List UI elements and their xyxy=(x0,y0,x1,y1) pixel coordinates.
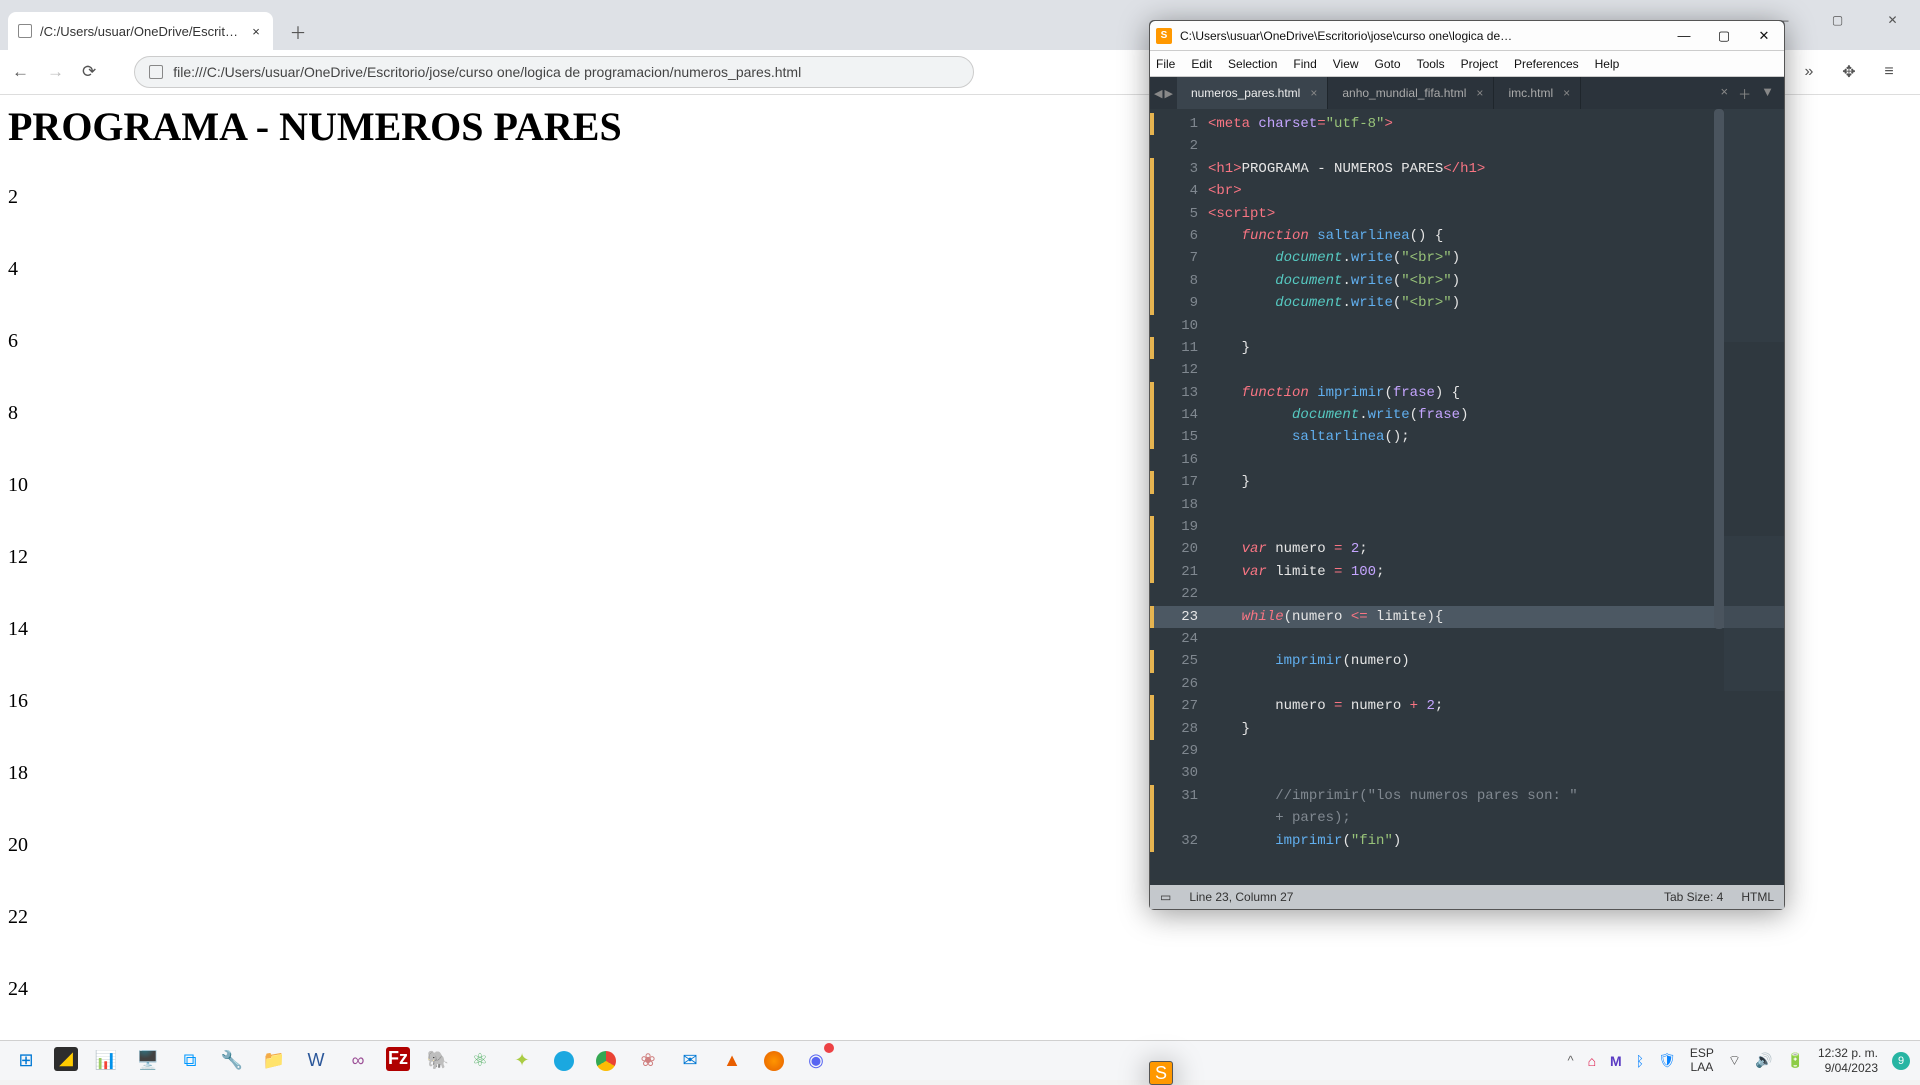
nav-back-icon[interactable]: ◀ xyxy=(1154,87,1162,100)
notifications-badge[interactable]: 9 xyxy=(1892,1052,1910,1070)
clock[interactable]: 12:32 p. m. 9/04/2023 xyxy=(1818,1046,1878,1075)
file-icon xyxy=(18,24,32,38)
word-icon[interactable]: W xyxy=(302,1047,330,1075)
menu-tools[interactable]: Tools xyxy=(1417,57,1445,71)
editor-tab-label: numeros_pares.html xyxy=(1191,86,1300,100)
chrome-icon[interactable] xyxy=(592,1047,620,1075)
tray-app-icon[interactable]: ⌂ xyxy=(1588,1053,1596,1069)
extensions-icon[interactable]: » xyxy=(1800,63,1818,81)
menu-project[interactable]: Project xyxy=(1461,57,1498,71)
new-tab-icon[interactable]: ＋ xyxy=(1738,84,1751,103)
visual-studio-icon[interactable]: ∞ xyxy=(344,1047,372,1075)
opera-icon[interactable] xyxy=(550,1047,578,1075)
tray-app-icon[interactable]: M xyxy=(1610,1053,1622,1069)
app-icon[interactable]: ◢ xyxy=(54,1047,78,1071)
wifi-icon[interactable]: ⌔ xyxy=(1728,1052,1741,1070)
editor-tab[interactable]: numeros_pares.html × xyxy=(1177,77,1328,109)
menu-edit[interactable]: Edit xyxy=(1191,57,1212,71)
minimize-button[interactable]: — xyxy=(1664,28,1704,44)
taskbar-apps: ⊞ ◢ 📊 🖥️ ⧉ 🔧 📁 W ∞ Fz 🐘 ⚛ ✦ ❀ ✉ ▲ ◉ S xyxy=(12,1047,830,1075)
url-text: file:///C:/Users/usuar/OneDrive/Escritor… xyxy=(173,64,801,80)
language-indicator[interactable]: ESP LAA xyxy=(1690,1047,1714,1073)
sublime-tabbar: ◀ ▶ numeros_pares.html×anho_mundial_fifa… xyxy=(1150,77,1784,109)
vlc-icon[interactable]: ▲ xyxy=(718,1047,746,1075)
back-button[interactable]: ← xyxy=(12,62,29,82)
tray-overflow-icon[interactable]: ^ xyxy=(1567,1053,1573,1068)
minimap[interactable] xyxy=(1724,109,1784,885)
address-bar[interactable]: file:///C:/Users/usuar/OneDrive/Escritor… xyxy=(134,56,974,88)
file-explorer-icon[interactable]: 📁 xyxy=(260,1047,288,1075)
close-icon[interactable]: × xyxy=(1476,86,1483,100)
forward-button[interactable]: → xyxy=(47,62,64,82)
editor-tab-label: imc.html xyxy=(1508,86,1553,100)
system-tray: ^ ⌂ M ᛒ 🛡 ESP LAA ⌔ 🔊 🔋 12:32 p. m. 9/04… xyxy=(1567,1046,1920,1075)
close-icon[interactable]: × xyxy=(249,24,263,39)
tab-dropdown-icon[interactable]: ▼ xyxy=(1761,84,1774,103)
sublime-logo-icon: S xyxy=(1156,28,1172,44)
sublime-icon[interactable]: S xyxy=(1149,1061,1173,1085)
editor-tab[interactable]: anho_mundial_fifa.html × xyxy=(1328,77,1494,109)
statusbar-toggle-icon[interactable]: ▭ xyxy=(1160,890,1171,904)
security-icon[interactable]: 🛡 xyxy=(1658,1052,1676,1069)
app-icon[interactable]: 🔧 xyxy=(218,1047,246,1075)
new-tab-button[interactable]: ＋ xyxy=(283,16,313,46)
menu-icon[interactable]: ≡ xyxy=(1880,63,1898,81)
app-icon[interactable]: ⚛ xyxy=(466,1047,494,1075)
file-icon xyxy=(149,65,163,79)
discord-icon[interactable]: ◉ xyxy=(802,1047,830,1075)
volume-icon[interactable]: 🔊 xyxy=(1755,1052,1772,1069)
close-all-icon[interactable]: × xyxy=(1721,84,1729,103)
sublime-menubar: File Edit Selection Find View Goto Tools Projec… xyxy=(1150,51,1784,77)
app-icon[interactable]: ❀ xyxy=(634,1047,662,1075)
sublime-titlebar: S C:\Users\usuar\OneDrive\Escritorio\jos… xyxy=(1150,21,1784,51)
editor-tab-label: anho_mundial_fifa.html xyxy=(1342,86,1466,100)
bluetooth-icon[interactable]: ᛒ xyxy=(1636,1053,1644,1069)
taskbar: ⊞ ◢ 📊 🖥️ ⧉ 🔧 📁 W ∞ Fz 🐘 ⚛ ✦ ❀ ✉ ▲ ◉ S ^ … xyxy=(0,1040,1920,1080)
mail-icon[interactable]: ✉ xyxy=(676,1047,704,1075)
browser-tab-title: /C:/Users/usuar/OneDrive/Escritorio xyxy=(40,24,241,39)
battery-icon[interactable]: 🔋 xyxy=(1787,1052,1804,1069)
syntax-mode[interactable]: HTML xyxy=(1741,890,1774,904)
editor-tab[interactable]: imc.html × xyxy=(1494,77,1581,109)
output-number: 24 xyxy=(8,978,1912,1001)
start-button[interactable]: ⊞ xyxy=(12,1047,40,1075)
cursor-position: Line 23, Column 27 xyxy=(1189,890,1293,904)
menu-goto[interactable]: Goto xyxy=(1375,57,1401,71)
sublime-window: S C:\Users\usuar\OneDrive\Escritorio\jos… xyxy=(1149,20,1785,910)
menu-preferences[interactable]: Preferences xyxy=(1514,57,1579,71)
close-button[interactable]: ✕ xyxy=(1744,28,1784,44)
menu-find[interactable]: Find xyxy=(1293,57,1316,71)
filezilla-icon[interactable]: Fz xyxy=(386,1047,410,1071)
browser-tab[interactable]: /C:/Users/usuar/OneDrive/Escritorio × xyxy=(8,12,273,50)
line-gutter: 1234567891011121314151617181920212223242… xyxy=(1150,109,1208,885)
app-icon[interactable]: ✦ xyxy=(508,1047,536,1075)
app-icon[interactable]: 🖥️ xyxy=(134,1047,162,1075)
scrollbar[interactable] xyxy=(1714,109,1724,629)
firefox-icon[interactable] xyxy=(760,1047,788,1075)
reload-button[interactable]: ⟳ xyxy=(82,62,96,82)
close-button[interactable]: ✕ xyxy=(1865,0,1920,40)
postgres-icon[interactable]: 🐘 xyxy=(424,1047,452,1075)
menu-selection[interactable]: Selection xyxy=(1228,57,1277,71)
maximize-button[interactable]: ▢ xyxy=(1810,0,1865,40)
sublime-statusbar: ▭ Line 23, Column 27 Tab Size: 4 HTML xyxy=(1150,885,1784,909)
vscode-icon[interactable]: ⧉ xyxy=(176,1047,204,1075)
sublime-title: C:\Users\usuar\OneDrive\Escritorio\jose\… xyxy=(1180,29,1656,43)
tab-size[interactable]: Tab Size: 4 xyxy=(1664,890,1723,904)
menu-view[interactable]: View xyxy=(1333,57,1359,71)
extensions-puzzle-icon[interactable]: ✥ xyxy=(1840,63,1858,81)
menu-help[interactable]: Help xyxy=(1595,57,1620,71)
nav-forward-icon[interactable]: ▶ xyxy=(1164,87,1172,100)
close-icon[interactable]: × xyxy=(1310,86,1317,100)
close-icon[interactable]: × xyxy=(1563,86,1570,100)
menu-file[interactable]: File xyxy=(1156,57,1175,71)
sublime-editor[interactable]: 1234567891011121314151617181920212223242… xyxy=(1150,109,1784,885)
maximize-button[interactable]: ▢ xyxy=(1704,28,1744,44)
app-icon[interactable]: 📊 xyxy=(92,1047,120,1075)
code-area[interactable]: <meta charset="utf-8"><h1>PROGRAMA - NUM… xyxy=(1208,109,1784,885)
